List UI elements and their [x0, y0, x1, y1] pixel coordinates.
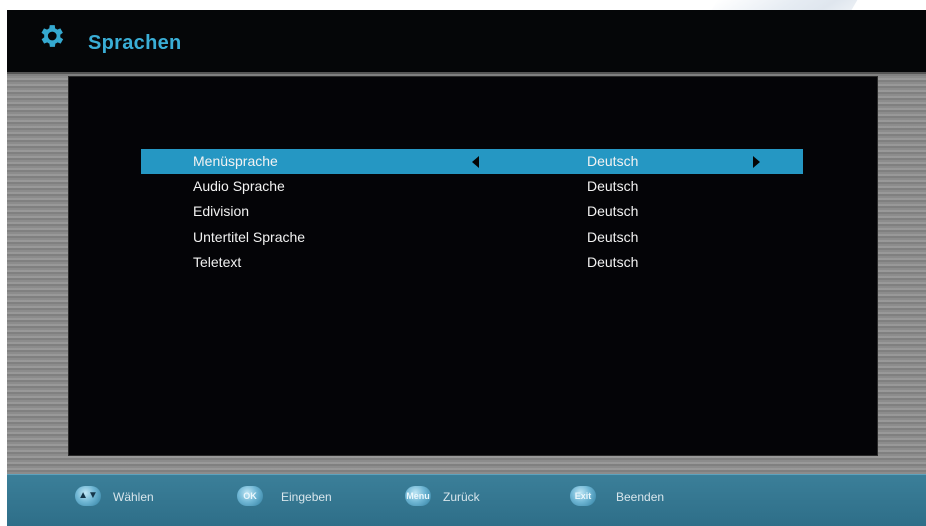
menu-panel: Menüsprache Deutsch Audio Sprache Deutsc… — [68, 76, 878, 456]
tv-screen: Sprachen Menüsprache Deutsch Audio Sprac… — [7, 10, 926, 526]
menu-row-value: Deutsch — [587, 254, 639, 270]
gear-icon — [35, 21, 67, 53]
menu-row-label: Menüsprache — [193, 153, 278, 169]
menu-row-teletext[interactable]: Teletext Deutsch — [141, 250, 803, 275]
menu-row-untertitel-sprache[interactable]: Untertitel Sprache Deutsch — [141, 225, 803, 250]
menu-row-value: Deutsch — [587, 203, 639, 219]
arrow-right-icon[interactable] — [753, 156, 760, 168]
page-title: Sprachen — [88, 32, 182, 54]
menu-button-icon: Menu — [405, 486, 431, 506]
header-bar: Sprachen — [7, 10, 926, 74]
exit-button-icon: Exit — [570, 486, 596, 506]
hint-label: Eingeben — [281, 490, 332, 504]
arrow-left-icon[interactable] — [472, 156, 479, 168]
menu-row-value: Deutsch — [587, 178, 639, 194]
hint-label: Beenden — [616, 490, 665, 504]
menu-row-audio-sprache[interactable]: Audio Sprache Deutsch — [141, 174, 803, 199]
menu-row-edivision[interactable]: Edivision Deutsch — [141, 199, 803, 224]
menu-row-label: Untertitel Sprache — [193, 229, 306, 245]
menu-row-value: Deutsch — [587, 229, 639, 245]
hint-label: Zurück — [443, 490, 480, 504]
menu-row-label: Edivision — [193, 203, 250, 219]
menu-row-label: Teletext — [193, 254, 242, 270]
up-down-arrows-icon: ▲▼ — [75, 486, 101, 506]
menu-row-value: Deutsch — [587, 153, 639, 169]
menu-row-menusprache[interactable]: Menüsprache Deutsch — [141, 149, 803, 174]
menu-row-label: Audio Sprache — [193, 178, 285, 194]
hint-label: Wählen — [113, 490, 154, 504]
ok-button-icon: OK — [237, 486, 263, 506]
footer-bar: ▲▼ Wählen OK Eingeben Menu Zurück Exit B… — [7, 474, 926, 526]
